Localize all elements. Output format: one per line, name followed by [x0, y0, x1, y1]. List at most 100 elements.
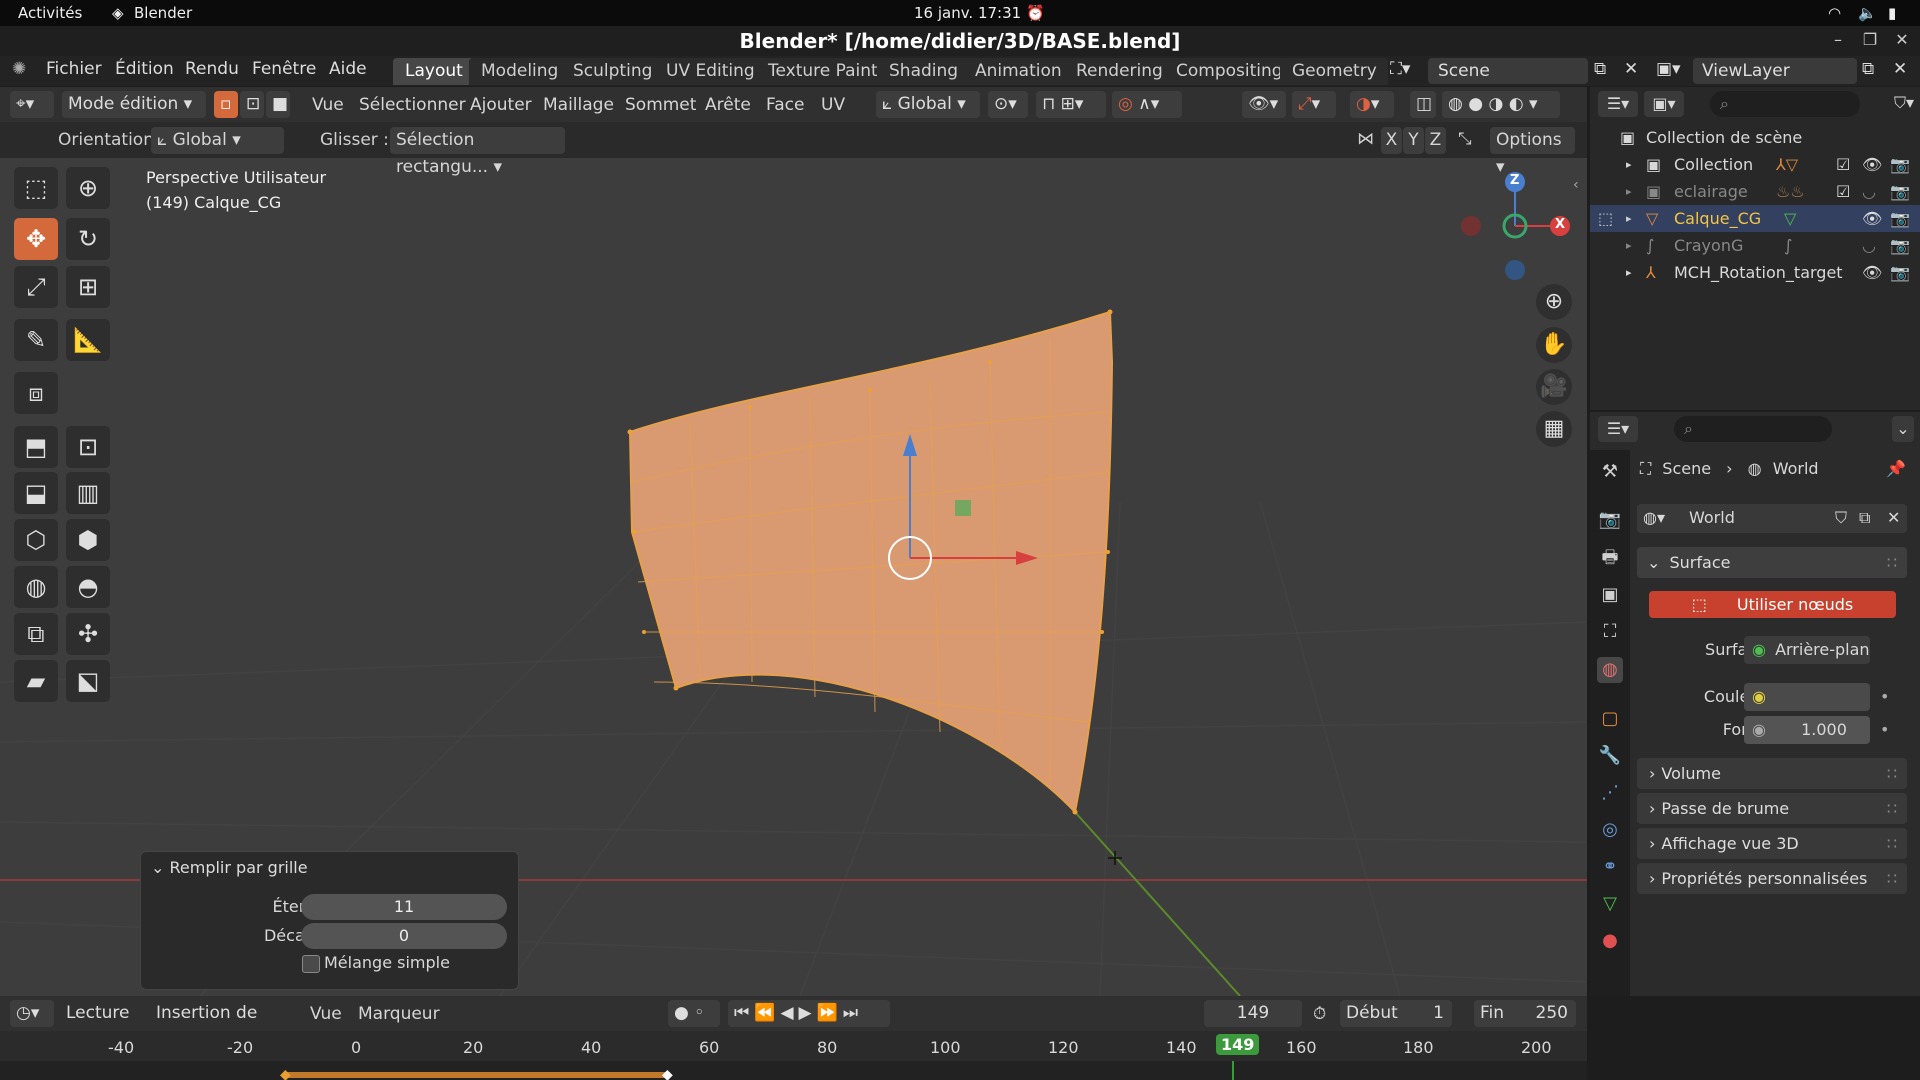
sidebar-toggle-icon[interactable]: ‹ [1573, 177, 1579, 193]
timeline-view-menu[interactable]: Vue [310, 1004, 342, 1024]
marker-menu[interactable]: Marqueur [358, 1004, 440, 1024]
gizmo-toggle-icon[interactable]: ⤢▾ [1292, 91, 1336, 118]
exclude-checkbox[interactable]: ☑ [1836, 178, 1850, 205]
keyframe-dot-icon[interactable]: • [1880, 720, 1889, 739]
rotate-icon[interactable]: ↻ [66, 218, 110, 260]
clock[interactable]: 16 janv. 17:31 [914, 4, 1021, 22]
auto-merge-icon[interactable]: ⤡ [1458, 129, 1472, 149]
tab-geometry-nodes[interactable]: Geometry N [1280, 58, 1388, 85]
drag-handle-icon[interactable]: ∷ [1887, 793, 1897, 824]
keyframe-diamond-icon[interactable]: ◆ [280, 1067, 291, 1080]
menu-selectionner[interactable]: Sélectionner [359, 95, 466, 115]
menu-face[interactable]: Face [766, 95, 804, 115]
extrude-icon[interactable]: ⬒ [14, 426, 58, 468]
visibility-icon[interactable]: 👁▾ [1242, 91, 1286, 118]
view-layer-field[interactable]: ViewLayer [1693, 58, 1857, 84]
proportional-edit-icon[interactable]: ◎ ∧▾ [1112, 91, 1182, 118]
simple-blend-checkbox[interactable] [302, 955, 320, 973]
inset-icon[interactable]: ⊡ [66, 426, 110, 468]
move-icon[interactable]: ✥ [14, 218, 58, 260]
bevel-icon[interactable]: ⬓ [14, 472, 58, 514]
menu-uv[interactable]: UV [821, 95, 845, 115]
outliner-row-collection[interactable]: ▸ ▣ Collection ⅄▽ ☑ 👁 📷 [1590, 151, 1920, 178]
axis-z-toggle[interactable]: Z [1425, 127, 1446, 154]
panel-surface-header[interactable]: ⌄ Surface ∷ [1637, 547, 1907, 578]
loop-cut-icon[interactable]: ▥ [66, 472, 110, 514]
shrink-fatten-icon[interactable]: ✣ [66, 613, 110, 655]
edge-select-icon[interactable]: ⊡ [240, 91, 264, 118]
breadcrumb-world[interactable]: World [1773, 459, 1819, 478]
outliner-scene-collection[interactable]: ▣ Collection de scène [1590, 124, 1920, 151]
filter-icon[interactable]: ⛉▾ [1894, 93, 1914, 113]
panel-mist-header[interactable]: › Passe de brume ∷ [1637, 793, 1907, 824]
timeline-editor-icon[interactable]: ◷▾ [10, 1000, 54, 1027]
eye-closed-icon[interactable]: ◡ [1862, 232, 1876, 259]
display-mode-icon[interactable]: ▣▾ [1644, 91, 1684, 117]
particles-tab-icon[interactable]: ⋰ [1597, 780, 1623, 806]
playhead-frame-label[interactable]: 149 [1216, 1034, 1260, 1055]
drag-handle-icon[interactable]: ∷ [1887, 758, 1897, 789]
zoom-icon[interactable]: ⊕ [1536, 284, 1572, 320]
annotate-icon[interactable]: ✎ [14, 319, 58, 361]
extent-field[interactable]: 11 [301, 894, 507, 920]
transform-icon[interactable]: ⊞ [66, 266, 110, 308]
scale-icon[interactable]: ⤢ [14, 266, 58, 308]
tab-uv-editing[interactable]: UV Editing [654, 58, 767, 85]
orientation-dropdown[interactable]: ⟀ Global ▾ [151, 127, 284, 154]
axis-x-toggle[interactable]: X [1381, 127, 1402, 154]
view-layer-tab-icon[interactable]: ▣ [1597, 582, 1623, 608]
outliner-row-crayong[interactable]: ▸ ∫ CrayonG ∫ ◡ 📷 [1590, 232, 1920, 259]
modifier-tab-icon[interactable]: 🔧 [1597, 743, 1623, 769]
material-tab-icon[interactable]: ● [1597, 928, 1623, 954]
world-name[interactable]: World [1689, 508, 1735, 527]
battery-icon[interactable]: ▮ [1888, 4, 1896, 22]
drag-dropdown[interactable]: Sélection rectangu... ▾ [390, 127, 565, 177]
vertex-select-icon[interactable]: ▫ [214, 91, 238, 118]
activities-button[interactable]: Activités [18, 4, 82, 22]
options-dropdown[interactable]: Options ▾ [1490, 127, 1575, 177]
smooth-icon[interactable]: ◓ [66, 566, 110, 608]
breadcrumb-scene[interactable]: Scene [1662, 459, 1711, 478]
add-cube-icon[interactable]: ⧈ [14, 372, 58, 414]
operator-title[interactable]: ⌄ Remplir par grille [151, 858, 308, 877]
output-tab-icon[interactable]: 🖶 [1597, 545, 1623, 571]
scene-name-field[interactable]: Scene [1428, 58, 1588, 84]
tab-modeling[interactable]: Modeling [469, 58, 571, 85]
view-layer-icon[interactable]: ▣▾ [1656, 59, 1681, 79]
world-browse-icon[interactable]: ◍▾ [1643, 508, 1665, 527]
delete-view-layer-icon[interactable]: ✕ [1893, 59, 1907, 79]
frame-ruler[interactable]: -40 -20 0 20 40 60 80 100 120 140 149 16… [0, 1031, 1587, 1061]
editor-type-icon[interactable]: ⌖▾ [10, 91, 54, 118]
expand-icon[interactable]: ▸ [1626, 151, 1632, 178]
menu-arete[interactable]: Arête [705, 95, 751, 115]
new-view-layer-icon[interactable]: ⧉ [1862, 59, 1874, 79]
drag-handle-icon[interactable]: ∷ [1887, 547, 1897, 578]
eye-icon[interactable]: 👁 [1862, 259, 1882, 286]
menu-fenetre[interactable]: Fenêtre [252, 59, 316, 79]
camera-icon[interactable]: 📷 [1890, 178, 1910, 205]
eye-closed-icon[interactable]: ◡ [1862, 178, 1876, 205]
playback-menu[interactable]: Lecture ▾ [60, 1000, 146, 1050]
surface-shader-field[interactable]: ◉ Arrière-plan [1744, 636, 1870, 664]
menu-rendu[interactable]: Rendu [185, 59, 239, 79]
tab-shading[interactable]: Shading [877, 58, 971, 85]
eye-icon[interactable]: 👁 [1862, 205, 1882, 232]
wifi-icon[interactable]: ◠ [1828, 4, 1841, 22]
rip-region-icon[interactable]: ⬕ [66, 660, 110, 702]
unlink-world-icon[interactable]: ✕ [1887, 508, 1900, 527]
outliner-row-mch-rotation-target[interactable]: ▸ ⅄ MCH_Rotation_target 👁 📷 [1590, 259, 1920, 286]
shading-modes[interactable]: ◍ ● ◑ ◐ ▾ [1442, 91, 1560, 118]
camera-icon[interactable]: 📷 [1890, 205, 1910, 232]
measure-icon[interactable]: 📐 [66, 319, 110, 361]
edge-slide-icon[interactable]: ⧉ [14, 613, 58, 655]
expand-icon[interactable]: ▸ [1626, 232, 1632, 259]
playback-controls[interactable]: ⏮⏪◀▶⏩⏭ [728, 1000, 890, 1027]
tab-rendering[interactable]: Rendering [1064, 58, 1175, 85]
expand-icon[interactable]: ▸ [1626, 178, 1632, 205]
transform-orientation-dropdown[interactable]: ⟀ Global ▾ [876, 91, 980, 118]
minimize-icon[interactable]: – [1828, 30, 1848, 50]
delete-scene-icon[interactable]: ✕ [1624, 59, 1638, 79]
constraints-tab-icon[interactable]: ⚭ [1597, 854, 1623, 880]
eye-icon[interactable]: 👁 [1862, 151, 1882, 178]
tab-compositing[interactable]: Compositing [1164, 58, 1295, 85]
